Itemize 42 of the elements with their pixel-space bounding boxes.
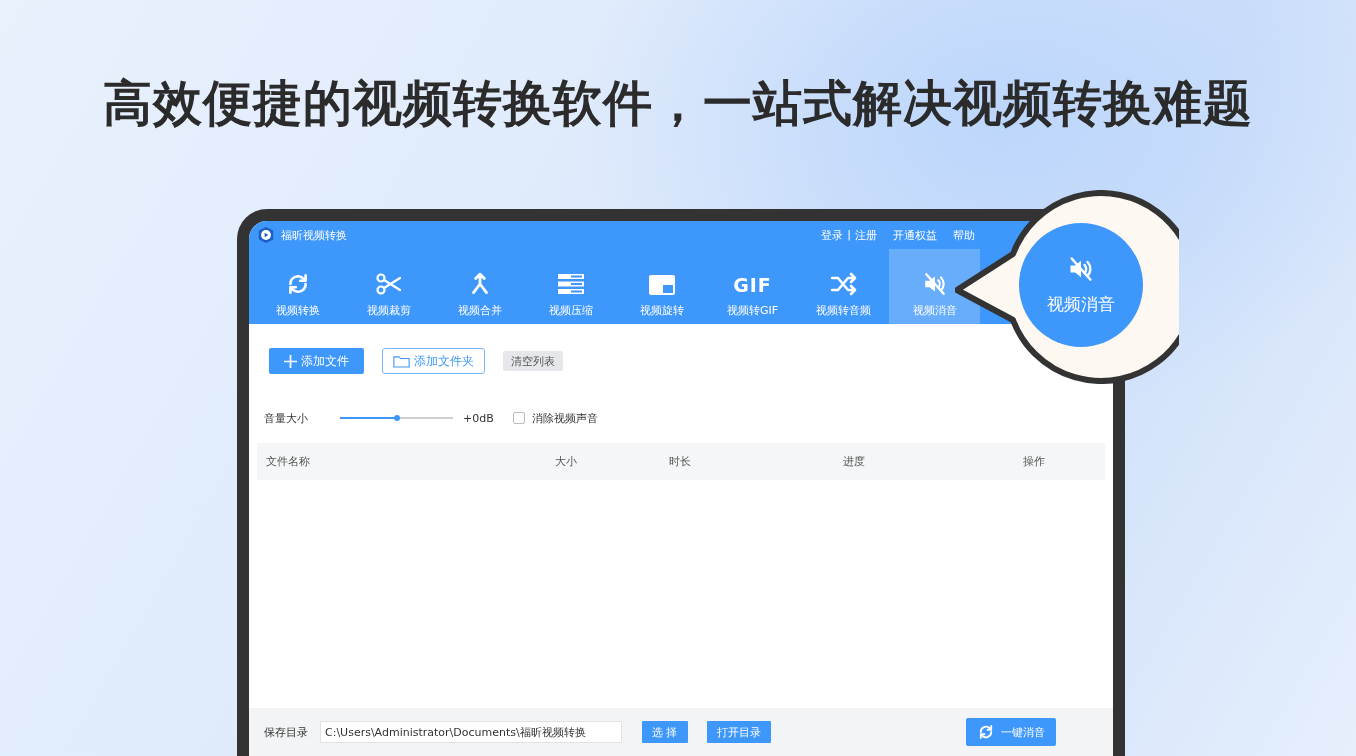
folder-icon <box>393 353 410 369</box>
column-header: 文件名称 <box>266 454 311 469</box>
feature-label: 视频消音 <box>1047 292 1115 316</box>
headline: 高效便捷的视频转换软件，一站式解决视频转换难题 <box>102 74 1254 134</box>
tool-tab[interactable]: 视频裁剪 <box>343 249 434 324</box>
compress-icon <box>556 271 585 297</box>
tool-tab[interactable]: 视频转音频 <box>798 249 889 324</box>
open-folder-button[interactable]: 打开目录 <box>706 721 771 743</box>
plus-icon <box>284 354 297 368</box>
add-file-button[interactable]: 添加文件 <box>269 348 364 374</box>
top-link[interactable]: 帮助 <box>953 227 975 243</box>
mute-all-button[interactable]: 一键消音 <box>966 718 1056 746</box>
tool-tab[interactable]: 视频转换 <box>252 249 343 324</box>
column-header: 进度 <box>843 454 866 469</box>
clear-list-button[interactable]: 清空列表 <box>503 351 563 371</box>
top-link[interactable]: 注册 <box>855 227 877 243</box>
add-folder-button[interactable]: 添加文件夹 <box>382 348 485 374</box>
refresh-icon <box>977 723 995 741</box>
scissors-icon <box>374 271 403 297</box>
choose-button[interactable]: 选 择 <box>642 721 688 743</box>
top-link[interactable]: 开通权益 <box>893 227 937 243</box>
shuffle-icon <box>829 271 858 297</box>
separator: | <box>847 227 851 243</box>
tool-tab[interactable]: 视频压缩 <box>525 249 616 324</box>
tool-tab[interactable]: 视频消音 <box>889 249 980 324</box>
tool-tab[interactable]: 视频旋转 <box>616 249 707 324</box>
window-icon <box>647 273 676 297</box>
checkbox[interactable] <box>513 412 525 424</box>
tool-tab[interactable]: GIF 视频转GIF <box>707 249 798 324</box>
save-dir-label: 保存目录 <box>264 724 308 740</box>
tool-tab[interactable]: 视频合并 <box>434 249 525 324</box>
path-field[interactable]: C:\Users\Administrator\Documents\福昕视频转换 <box>320 721 622 743</box>
checkbox-label: 消除视频声音 <box>532 410 598 426</box>
volume-label: 音量大小 <box>264 410 309 426</box>
app-title: 福昕视频转换 <box>281 227 347 243</box>
column-header: 操作 <box>1023 454 1046 469</box>
volume-reading: +0dB <box>463 411 495 425</box>
column-header: 大小 <box>555 454 578 469</box>
top-link[interactable]: 登录 <box>821 227 844 243</box>
logo-icon <box>257 226 275 244</box>
mute-icon <box>1067 254 1095 283</box>
column-header: 时长 <box>669 454 692 469</box>
